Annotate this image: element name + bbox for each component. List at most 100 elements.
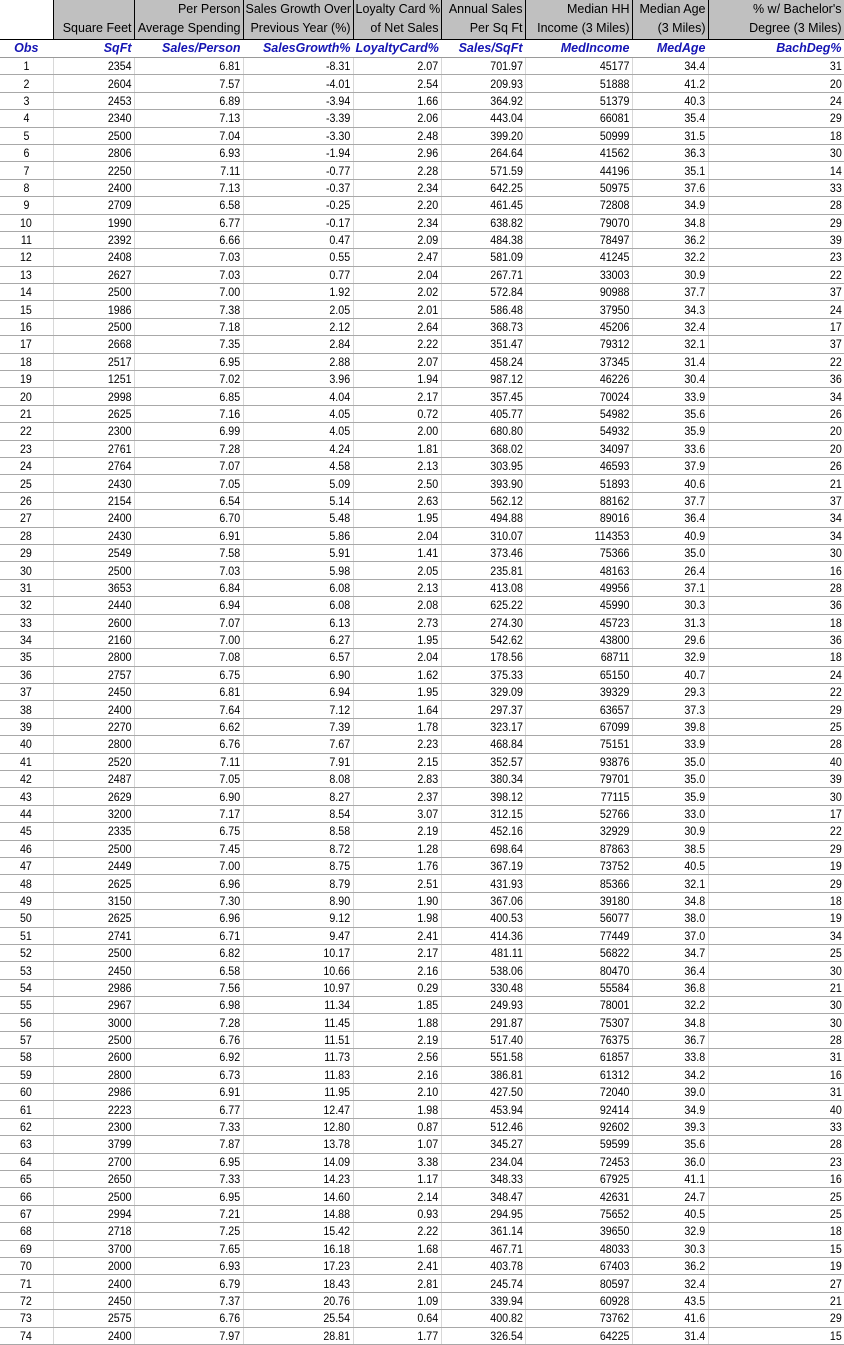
data-cell[interactable]: 2.04 (353, 648, 442, 667)
data-cell[interactable]: 6.66 (134, 231, 244, 250)
data-cell[interactable]: 2.50 (353, 474, 442, 493)
data-cell[interactable]: 34 (708, 927, 844, 945)
data-cell[interactable]: 34.2 (632, 1066, 709, 1085)
data-cell[interactable]: 2.00 (353, 422, 442, 441)
column-description-header[interactable]: Median HH Income (3 Miles) (525, 0, 633, 40)
data-cell[interactable]: 1.41 (353, 544, 442, 563)
data-cell[interactable]: 6.76 (134, 1309, 244, 1328)
data-cell[interactable]: 6.57 (243, 648, 354, 667)
data-cell[interactable]: 40.9 (632, 527, 709, 545)
data-cell[interactable]: 15 (708, 1240, 844, 1258)
data-cell[interactable]: 32929 (525, 822, 633, 841)
data-cell[interactable]: 37345 (525, 353, 633, 372)
data-cell[interactable]: 2.20 (353, 196, 442, 215)
data-cell[interactable]: 2.16 (353, 961, 442, 980)
data-cell[interactable]: 2400 (53, 1274, 135, 1293)
data-cell[interactable]: 31.4 (632, 1327, 709, 1345)
data-cell[interactable]: 12.47 (243, 1100, 354, 1119)
data-cell[interactable]: 3.38 (353, 1153, 442, 1172)
data-cell[interactable]: 2757 (53, 666, 135, 685)
data-cell[interactable]: 2.17 (353, 944, 442, 963)
data-cell[interactable]: 6.27 (243, 631, 354, 650)
obs-cell[interactable]: 25 (0, 474, 54, 493)
data-cell[interactable]: 33 (708, 179, 844, 198)
data-cell[interactable]: 52766 (525, 805, 633, 824)
data-cell[interactable]: 7.57 (134, 74, 244, 93)
data-cell[interactable]: 443.04 (441, 109, 526, 128)
data-cell[interactable]: 3.07 (353, 805, 442, 824)
data-cell[interactable]: 36.0 (632, 1153, 709, 1172)
data-cell[interactable]: 297.37 (441, 700, 526, 719)
data-cell[interactable]: 28.81 (243, 1327, 354, 1345)
data-cell[interactable]: 21 (708, 474, 844, 493)
data-cell[interactable]: 41.1 (632, 1170, 709, 1189)
data-cell[interactable]: 2.73 (353, 614, 442, 632)
data-cell[interactable]: 34 (708, 527, 844, 545)
data-cell[interactable]: 367.19 (441, 857, 526, 876)
data-cell[interactable]: 75366 (525, 544, 633, 563)
data-cell[interactable]: 481.11 (441, 944, 526, 963)
data-cell[interactable]: 7.00 (134, 631, 244, 650)
data-cell[interactable]: 35.1 (632, 161, 709, 180)
data-cell[interactable]: 0.64 (353, 1309, 442, 1328)
data-cell[interactable]: 40.3 (632, 92, 709, 111)
data-cell[interactable]: 2.34 (353, 179, 442, 198)
data-cell[interactable]: 6.81 (134, 57, 244, 76)
data-cell[interactable]: 2.41 (353, 1257, 442, 1276)
data-cell[interactable]: 43.5 (632, 1292, 709, 1311)
obs-cell[interactable]: 44 (0, 805, 54, 824)
data-cell[interactable]: 7.28 (134, 440, 244, 458)
obs-cell[interactable]: 26 (0, 492, 54, 511)
data-cell[interactable]: 49956 (525, 579, 633, 598)
data-cell[interactable]: 28 (708, 579, 844, 598)
obs-cell[interactable]: 34 (0, 631, 54, 650)
data-cell[interactable]: 2500 (53, 840, 135, 858)
obs-cell[interactable]: 29 (0, 544, 54, 563)
data-cell[interactable]: 2.06 (353, 109, 442, 128)
data-cell[interactable]: 2300 (53, 422, 135, 441)
data-cell[interactable]: 2.28 (353, 161, 442, 180)
data-cell[interactable]: 18 (708, 648, 844, 667)
data-cell[interactable]: 54982 (525, 405, 633, 424)
data-cell[interactable]: 2160 (53, 631, 135, 650)
data-cell[interactable]: 45990 (525, 596, 633, 615)
data-cell[interactable]: 6.93 (134, 1257, 244, 1276)
data-cell[interactable]: 468.84 (441, 735, 526, 754)
data-cell[interactable]: 36.7 (632, 1031, 709, 1050)
data-cell[interactable]: 30 (708, 961, 844, 980)
data-cell[interactable]: 32.1 (632, 874, 709, 893)
data-cell[interactable]: 2625 (53, 874, 135, 893)
data-cell[interactable]: 35.9 (632, 422, 709, 441)
data-cell[interactable]: 32.1 (632, 335, 709, 354)
data-cell[interactable]: -3.30 (243, 127, 354, 145)
data-cell[interactable]: 25 (708, 1205, 844, 1224)
data-cell[interactable]: 2.02 (353, 283, 442, 302)
data-cell[interactable]: 2500 (53, 127, 135, 145)
data-cell[interactable]: 38.5 (632, 840, 709, 858)
data-cell[interactable]: 13.78 (243, 1135, 354, 1154)
data-cell[interactable]: 274.30 (441, 614, 526, 632)
data-cell[interactable]: 2.34 (353, 214, 442, 232)
data-cell[interactable]: 494.88 (441, 509, 526, 528)
data-cell[interactable]: 33.9 (632, 735, 709, 754)
obs-cell[interactable]: 56 (0, 1013, 54, 1032)
data-cell[interactable]: 1.81 (353, 440, 442, 458)
obs-cell[interactable]: 47 (0, 857, 54, 876)
data-cell[interactable]: 6.13 (243, 614, 354, 632)
data-cell[interactable]: 5.86 (243, 527, 354, 545)
obs-cell[interactable]: 20 (0, 387, 54, 406)
data-cell[interactable]: 33.9 (632, 387, 709, 406)
data-cell[interactable]: 66081 (525, 109, 633, 128)
obs-cell[interactable]: 58 (0, 1048, 54, 1067)
data-cell[interactable]: 89016 (525, 509, 633, 528)
data-cell[interactable]: 1.95 (353, 631, 442, 650)
data-cell[interactable]: 16.18 (243, 1240, 354, 1258)
data-cell[interactable]: 7.25 (134, 1222, 244, 1241)
data-cell[interactable]: 78001 (525, 996, 633, 1015)
data-cell[interactable]: 7.17 (134, 805, 244, 824)
data-cell[interactable]: 7.33 (134, 1118, 244, 1137)
obs-cell[interactable]: 67 (0, 1205, 54, 1224)
data-cell[interactable]: 2.56 (353, 1048, 442, 1067)
data-cell[interactable]: 373.46 (441, 544, 526, 563)
data-cell[interactable]: 368.02 (441, 440, 526, 458)
